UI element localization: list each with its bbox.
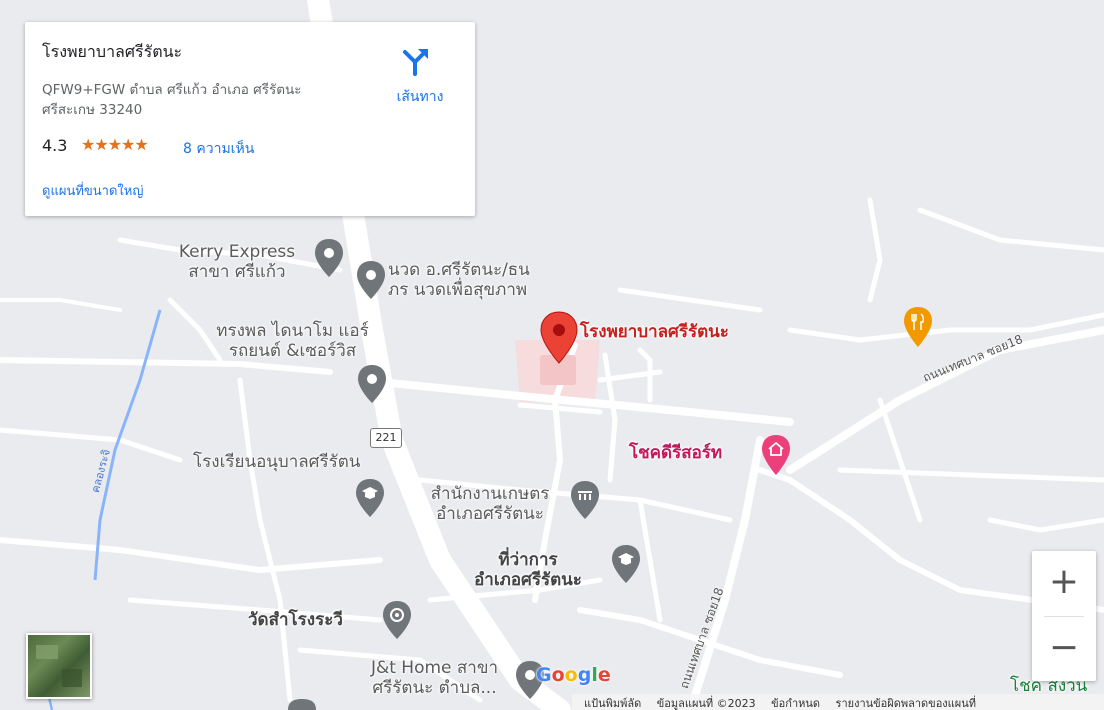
google-logo-letter: g <box>577 664 592 686</box>
restaurant-pin-icon[interactable] <box>902 306 934 348</box>
satellite-view-toggle[interactable] <box>26 633 92 699</box>
jt-home-line2: ศรีรัตนะ ตำบล... <box>372 678 497 698</box>
jt-home-line1: J&t Home สาขา <box>370 658 499 678</box>
agri-office-line1: สำนักงานเกษตร <box>430 484 550 504</box>
rating-value: 4.3 <box>42 136 68 155</box>
report-error-link[interactable]: รายงานข้อผิดพลาดของแผนที่ <box>836 697 976 710</box>
google-logo-letter: G <box>536 664 552 686</box>
place-label-resort[interactable]: โชคดีรีสอร์ท <box>629 443 722 463</box>
directions-icon <box>403 49 428 76</box>
car-service-pin-icon[interactable] <box>356 364 388 404</box>
agri-office-line2: อำเภอศรีรัตนะ <box>436 504 544 524</box>
map-attribution-bar: แป้นพิมพ์ลัด ข้อมูลแผนที่ ©2023 ข้อกำหนด… <box>572 694 1104 710</box>
school-pin-icon[interactable] <box>354 478 386 518</box>
keyboard-shortcuts-link[interactable]: แป้นพิมพ์ลัด <box>584 697 641 710</box>
partial-place-pin-icon[interactable] <box>286 698 318 710</box>
place-title: โรงพยาบาลศรีรัตนะ <box>42 42 183 61</box>
place-label-agri-office[interactable]: สำนักงานเกษตร อำเภอศรีรัตนะ <box>410 484 570 524</box>
kerry-express-pin-icon[interactable] <box>313 238 345 278</box>
temple-line1: วัดสำโรงระวี <box>248 610 343 630</box>
place-label-massage[interactable]: นวด อ.ศรีรัตนะ/ธน ภร นวดเพื่อสุขภาพ <box>388 260 530 300</box>
route-221-shield: 221 <box>370 428 402 448</box>
reviews-link[interactable]: 8 ความเห็น <box>183 138 254 160</box>
hospital-line1: โรงพยาบาลศรีรัตนะ <box>580 322 729 342</box>
massage-line2: ภร นวดเพื่อสุขภาพ <box>388 280 528 300</box>
place-label-kerry[interactable]: Kerry Express สาขา ศรีแก้ว <box>162 242 312 282</box>
rating-stars-icon: ★★★★★ <box>81 135 149 154</box>
massage-shop-pin-icon[interactable] <box>355 260 387 300</box>
massage-line1: นวด อ.ศรีรัตนะ/ธน <box>388 260 530 280</box>
resort-pin-icon[interactable] <box>760 434 792 476</box>
zoom-controls: + − <box>1032 551 1096 681</box>
place-label-temple[interactable]: วัดสำโรงระวี <box>248 610 343 630</box>
place-label-jt-home[interactable]: J&t Home สาขา ศรีรัตนะ ตำบล... <box>352 658 517 698</box>
place-label-hospital[interactable]: โรงพยาบาลศรีรัตนะ <box>580 322 729 342</box>
rating-stars-text: ★★★★★ <box>81 135 149 154</box>
satellite-thumb-patch <box>36 645 58 659</box>
zoom-out-button[interactable]: − <box>1032 617 1096 681</box>
hospital-main-pin-icon[interactable] <box>539 311 579 365</box>
district-office-pin-icon[interactable] <box>610 544 642 584</box>
directions-button[interactable]: เส้นทาง <box>380 46 460 105</box>
district-office-line2: อำเภอศรีรัตนะ <box>474 570 582 590</box>
dynamo-line2: รถยนต์ &เซอร์วิส <box>228 341 357 361</box>
google-logo: Google <box>536 664 611 686</box>
government-office-pin-icon[interactable] <box>569 480 601 520</box>
google-logo-letter: e <box>597 664 611 686</box>
resort-line1: โชคดีรีสอร์ท <box>629 443 723 463</box>
view-larger-map-link[interactable]: ดูแผนที่ขนาดใหญ่ <box>42 180 143 201</box>
temple-pin-icon[interactable] <box>381 600 413 640</box>
dynamo-line1: ทรงพล ไดนาโม แอร์ <box>216 321 369 341</box>
kerry-line2: สาขา ศรีแก้ว <box>188 262 286 282</box>
satellite-thumb-patch <box>62 669 82 687</box>
directions-label: เส้นทาง <box>396 89 444 105</box>
map-data-text: ข้อมูลแผนที่ ©2023 <box>656 697 756 710</box>
kerry-line1: Kerry Express <box>178 242 296 262</box>
place-label-dynamo[interactable]: ทรงพล ไดนาโม แอร์ รถยนต์ &เซอร์วิส <box>200 321 385 361</box>
place-label-kindergarten[interactable]: โรงเรียนอนุบาลศรีรัตน <box>193 452 360 472</box>
terms-link[interactable]: ข้อกำหนด <box>771 697 820 710</box>
place-label-district-office[interactable]: ที่ว่าการ อำเภอศรีรัตนะ <box>448 550 608 590</box>
zoom-in-button[interactable]: + <box>1032 551 1096 615</box>
district-office-line1: ที่ว่าการ <box>498 550 558 570</box>
google-logo-letter: o <box>564 664 578 686</box>
google-logo-letter: o <box>551 664 565 686</box>
kindergarten-line1: โรงเรียนอนุบาลศรีรัตน <box>193 452 361 472</box>
place-address: QFW9+FGW ตำบล ศรีแก้ว อำเภอ ศรีรัตนะ ศรี… <box>42 82 302 118</box>
place-info-card: โรงพยาบาลศรีรัตนะ QFW9+FGW ตำบล ศรีแก้ว … <box>25 22 475 216</box>
